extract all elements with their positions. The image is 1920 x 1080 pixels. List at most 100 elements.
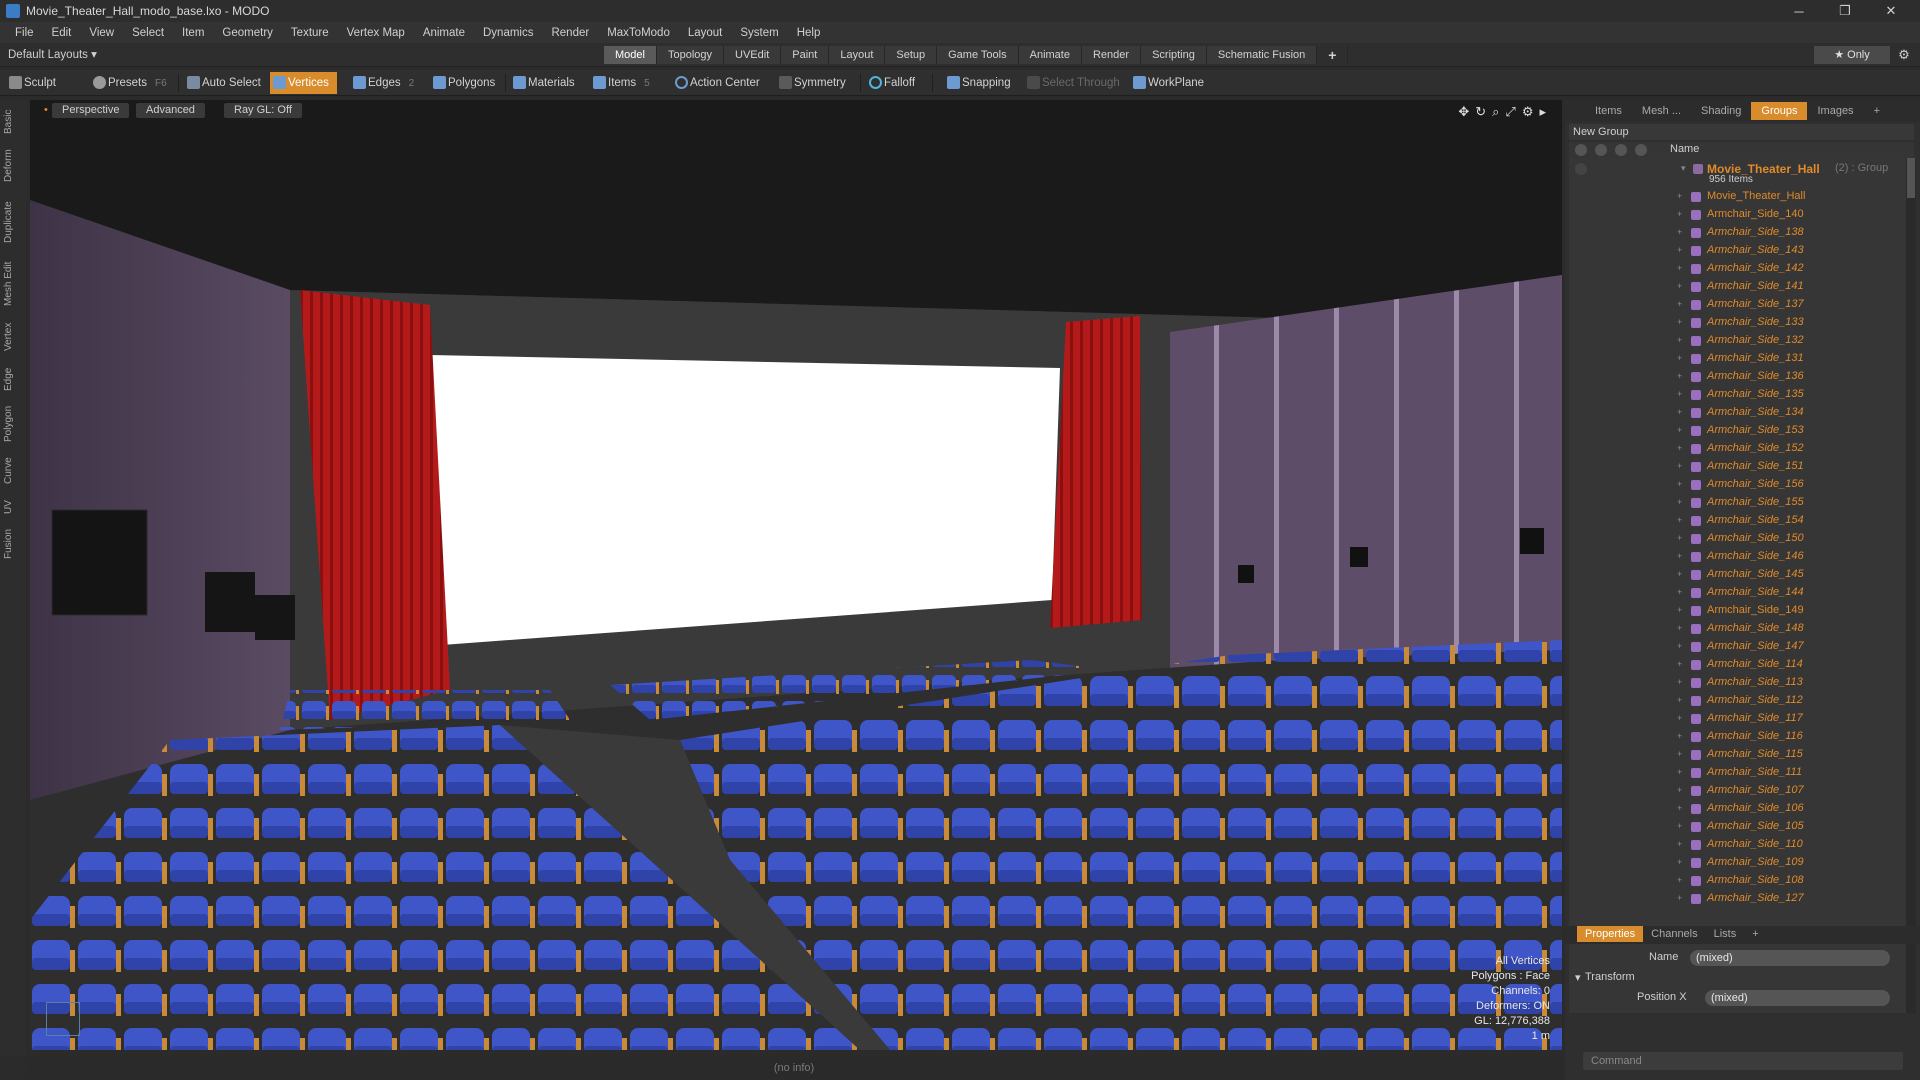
menu-select[interactable]: Select [123, 27, 173, 39]
menu-maxtomodo[interactable]: MaxToModo [598, 27, 679, 39]
polygons-button[interactable]: Polygons [430, 72, 503, 94]
group-tree[interactable]: ▾ Movie_Theater_Hall (2) : Group 956 Ite… [1569, 158, 1909, 1013]
tab-animate[interactable]: Animate [1018, 46, 1082, 64]
menu-view[interactable]: View [80, 27, 123, 39]
tab-items[interactable]: Items [1585, 102, 1632, 120]
tab-topology[interactable]: Topology [656, 46, 725, 64]
vertices-button[interactable]: Vertices [270, 72, 337, 94]
tree-item-row[interactable]: + Armchair_Side_113 [1569, 674, 1909, 692]
tree-item-row[interactable]: + Armchair_Side_127 [1569, 890, 1909, 908]
tab-mesh[interactable]: Mesh ... [1632, 102, 1691, 120]
tree-item-row[interactable]: + Armchair_Side_147 [1569, 638, 1909, 656]
tree-item-row[interactable]: + Movie_Theater_Hall [1569, 188, 1909, 206]
viewport-menu-dot[interactable]: • [40, 103, 52, 118]
select-through-button[interactable]: Select Through [1024, 72, 1128, 94]
expand-icon[interactable]: + [1677, 804, 1685, 813]
select-header-icon[interactable] [1635, 144, 1647, 156]
close-button[interactable]: ✕ [1868, 0, 1914, 22]
expand-icon[interactable]: + [1677, 318, 1685, 327]
expand-icon[interactable]: + [1677, 498, 1685, 507]
tree-item-row[interactable]: + Armchair_Side_133 [1569, 314, 1909, 332]
group-row[interactable]: ▾ Movie_Theater_Hall (2) : Group 956 Ite… [1569, 160, 1909, 186]
scroll-thumb[interactable] [1907, 158, 1915, 198]
tree-item-row[interactable]: + Armchair_Side_148 [1569, 620, 1909, 638]
expand-icon[interactable]: + [1677, 444, 1685, 453]
tab-uv[interactable]: UV [3, 496, 23, 518]
tree-item-row[interactable]: + Armchair_Side_153 [1569, 422, 1909, 440]
pan-icon[interactable]: ✥ [1458, 104, 1469, 120]
tree-item-row[interactable]: + Armchair_Side_106 [1569, 800, 1909, 818]
menu-geometry[interactable]: Geometry [213, 27, 282, 39]
tab-duplicate[interactable]: Duplicate [3, 196, 23, 248]
menu-animate[interactable]: Animate [414, 27, 474, 39]
tab-edge[interactable]: Edge [3, 364, 23, 394]
chevron-down-icon[interactable]: ▾ [1681, 164, 1689, 173]
tab-fusion[interactable]: Fusion [3, 526, 23, 562]
tree-item-row[interactable]: + Armchair_Side_142 [1569, 260, 1909, 278]
expand-icon[interactable]: + [1677, 336, 1685, 345]
tree-item-row[interactable]: + Armchair_Side_154 [1569, 512, 1909, 530]
tree-item-row[interactable]: + Armchair_Side_108 [1569, 872, 1909, 890]
tree-item-row[interactable]: + Armchair_Side_137 [1569, 296, 1909, 314]
items-button[interactable]: Items 5 [590, 72, 658, 94]
tab-polygon[interactable]: Polygon [3, 402, 23, 446]
fit-icon[interactable]: ⤢ [1505, 104, 1515, 120]
tree-item-row[interactable]: + Armchair_Side_145 [1569, 566, 1909, 584]
menu-layout[interactable]: Layout [679, 27, 732, 39]
tree-item-row[interactable]: + Armchair_Side_146 [1569, 548, 1909, 566]
view-mode-button[interactable]: Perspective [52, 103, 130, 118]
add-panel-tab-button[interactable]: + [1864, 102, 1890, 120]
expand-icon[interactable]: + [1677, 678, 1685, 687]
tab-game-tools[interactable]: Game Tools [937, 46, 1019, 64]
position-x-field[interactable]: (mixed) [1705, 990, 1890, 1006]
expand-icon[interactable]: + [1677, 750, 1685, 759]
tree-item-row[interactable]: + Armchair_Side_134 [1569, 404, 1909, 422]
tree-item-row[interactable]: + Armchair_Side_105 [1569, 818, 1909, 836]
tree-item-row[interactable]: + Armchair_Side_109 [1569, 854, 1909, 872]
tab-mesh-edit[interactable]: Mesh Edit [3, 258, 23, 310]
name-column-header[interactable]: Name [1670, 143, 1699, 155]
new-group-button[interactable]: New Group [1569, 124, 1914, 140]
visibility-header-icon[interactable] [1575, 144, 1587, 156]
tree-item-row[interactable]: + Armchair_Side_114 [1569, 656, 1909, 674]
advanced-button[interactable]: Advanced [136, 103, 205, 118]
tree-item-row[interactable]: + Armchair_Side_141 [1569, 278, 1909, 296]
maximize-button[interactable]: ❐ [1822, 0, 1868, 22]
tree-item-row[interactable]: + Armchair_Side_143 [1569, 242, 1909, 260]
tree-item-row[interactable]: + Armchair_Side_135 [1569, 386, 1909, 404]
action-center-button[interactable]: Action Center [672, 72, 768, 94]
expand-icon[interactable]: + [1677, 624, 1685, 633]
tree-item-row[interactable]: + Armchair_Side_111 [1569, 764, 1909, 782]
tree-scrollbar[interactable] [1906, 158, 1916, 1013]
tab-setup[interactable]: Setup [885, 46, 938, 64]
menu-item[interactable]: Item [173, 27, 213, 39]
expand-icon[interactable]: + [1677, 732, 1685, 741]
eye-icon[interactable] [1575, 163, 1587, 175]
tree-item-row[interactable]: + Armchair_Side_107 [1569, 782, 1909, 800]
tab-properties[interactable]: Properties [1577, 926, 1644, 942]
viewport-expand-icon[interactable]: ▸ [1539, 104, 1546, 120]
tree-item-row[interactable]: + Armchair_Side_110 [1569, 836, 1909, 854]
presets-button[interactable]: Presets F6 [90, 72, 175, 94]
expand-icon[interactable]: + [1677, 876, 1685, 885]
menu-file[interactable]: File [6, 27, 43, 39]
falloff-button[interactable]: Falloff [866, 72, 923, 94]
tree-item-row[interactable]: + Armchair_Side_144 [1569, 584, 1909, 602]
add-props-tab-button[interactable]: + [1744, 926, 1766, 942]
tree-item-row[interactable]: + Armchair_Side_117 [1569, 710, 1909, 728]
tree-item-row[interactable]: + Armchair_Side_132 [1569, 332, 1909, 350]
add-tab-button[interactable]: + [1317, 46, 1349, 64]
sculpt-button[interactable]: Sculpt [6, 72, 64, 94]
tab-schematic-fusion[interactable]: Schematic Fusion [1206, 46, 1318, 64]
tree-item-row[interactable]: + Armchair_Side_131 [1569, 350, 1909, 368]
tree-item-row[interactable]: + Armchair_Side_136 [1569, 368, 1909, 386]
tree-item-row[interactable]: + Armchair_Side_140 [1569, 206, 1909, 224]
expand-icon[interactable]: + [1677, 696, 1685, 705]
tree-item-row[interactable]: + Armchair_Side_155 [1569, 494, 1909, 512]
expand-icon[interactable]: + [1677, 840, 1685, 849]
tab-basic[interactable]: Basic [3, 106, 23, 138]
name-field[interactable]: (mixed) [1690, 950, 1890, 966]
tree-item-row[interactable]: + Armchair_Side_116 [1569, 728, 1909, 746]
expand-icon[interactable]: + [1677, 588, 1685, 597]
lock-header-icon[interactable] [1615, 144, 1627, 156]
